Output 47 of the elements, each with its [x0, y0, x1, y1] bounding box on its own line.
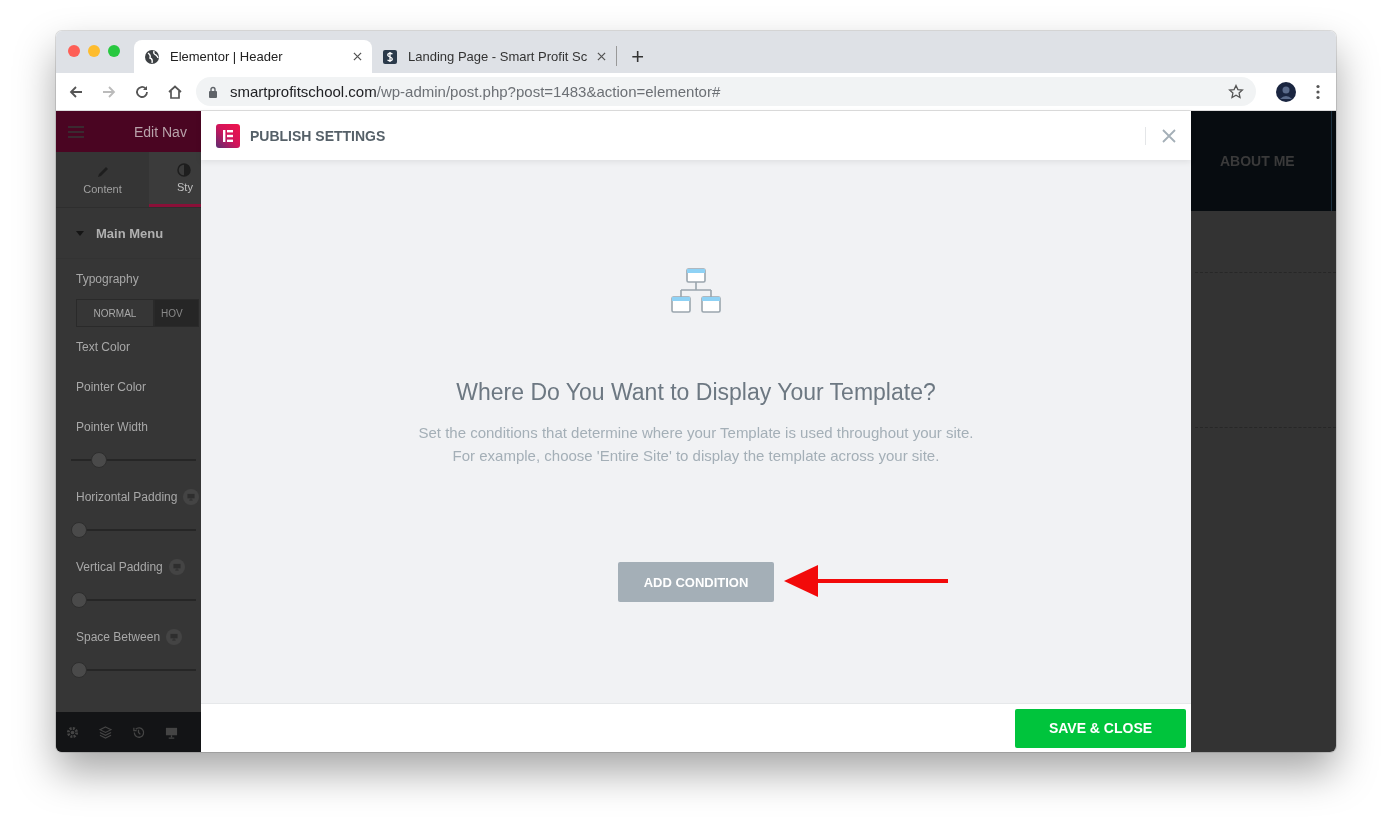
close-window-button[interactable] [68, 44, 80, 57]
forward-icon[interactable] [101, 83, 117, 100]
layers-icon[interactable] [99, 725, 112, 739]
maximize-window-button[interactable] [108, 44, 120, 57]
minimize-window-button[interactable] [88, 44, 100, 57]
url-text: smartprofitschool.com/wp-admin/post.php?post=1483&action=elementor# [230, 83, 722, 100]
control-label: Typography [76, 272, 139, 286]
browser-tab[interactable]: Landing Page - Smart Profit Sc [372, 40, 617, 73]
back-icon[interactable] [68, 83, 84, 100]
globe-icon [144, 48, 160, 65]
caret-icon[interactable] [76, 230, 84, 236]
settings-icon[interactable] [66, 725, 79, 739]
address-bar[interactable]: smartprofitschool.com/wp-admin/post.php?post=1483&action=elementor# [196, 77, 1256, 106]
dialog-heading: Where Do You Want to Display Your Template? [456, 379, 936, 406]
control-label: Pointer Width [76, 420, 149, 434]
reload-icon[interactable] [134, 83, 150, 100]
browser-tab[interactable]: Elementor | Header [134, 40, 372, 73]
panel-title: Edit Nav [134, 123, 187, 140]
home-icon[interactable] [167, 83, 183, 100]
dialog-description: For example, choose 'Entire Site' to display the template across your site. [452, 447, 940, 464]
control-label: Text Color [76, 340, 131, 354]
control-label: Space Between [76, 630, 161, 644]
contrast-icon [177, 163, 191, 177]
close-icon[interactable] [1162, 128, 1176, 143]
state-toggle[interactable]: NORMAL [76, 299, 154, 327]
control-label: Pointer Color [76, 380, 147, 394]
dialog-title: PUBLISH SETTINGS [250, 127, 386, 144]
desktop-icon[interactable] [165, 725, 178, 739]
new-tab-button[interactable]: + [617, 46, 659, 68]
history-icon[interactable] [132, 725, 145, 739]
section-title[interactable]: Main Menu [96, 225, 164, 241]
logo-icon [216, 123, 240, 148]
state-toggle[interactable]: HOV [154, 299, 199, 327]
lock-icon [208, 85, 218, 98]
profile-avatar[interactable] [1276, 81, 1296, 102]
sitemap-icon [670, 268, 722, 314]
panel-tab[interactable]: Content [56, 152, 149, 207]
bookmark-star-icon[interactable] [1228, 83, 1244, 100]
dialog-description: Set the conditions that determine where your Template is used throughout your site. [418, 424, 974, 441]
close-tab-icon[interactable] [597, 52, 607, 61]
desktop-icon[interactable] [183, 489, 200, 505]
panel-tab[interactable]: Sty [149, 152, 201, 207]
site-icon [382, 48, 398, 65]
close-tab-icon[interactable] [353, 52, 362, 61]
control-label: Horizontal Padding [76, 490, 178, 504]
menu-icon[interactable] [1316, 83, 1320, 100]
control-label: Vertical Padding [76, 560, 163, 574]
